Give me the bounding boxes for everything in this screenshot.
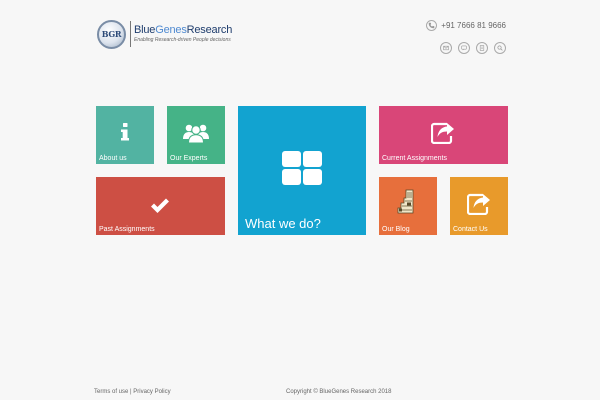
terms-link[interactable]: Terms of use [94, 389, 128, 395]
phone-number: +91 7666 81 9666 [441, 21, 506, 30]
tile-our-blog[interactable]: Our Blog [379, 177, 437, 235]
tile-label: What we do? [245, 216, 321, 231]
chat-icon[interactable] [458, 42, 470, 54]
tile-our-experts[interactable]: Our Experts [167, 106, 225, 164]
info-icon [117, 122, 133, 142]
email-icon[interactable] [440, 42, 452, 54]
tile-label: Past Assignments [99, 226, 155, 233]
logo-badge: BGR [97, 19, 126, 49]
grid-icon [282, 151, 322, 185]
share-icon [431, 122, 455, 144]
document-icon[interactable] [476, 42, 488, 54]
brand-name-part-1: Blue [134, 24, 156, 36]
phone-icon [426, 20, 438, 31]
site-logo[interactable]: BGR BlueGenesResearch Enabling Research-… [97, 19, 232, 49]
footer-links: Terms of use | Privacy Policy [94, 389, 171, 395]
privacy-link[interactable]: Privacy Policy [133, 389, 170, 395]
brand-name-part-3: Research [186, 24, 233, 36]
footer-separator: | [130, 389, 132, 395]
social-links [440, 42, 506, 54]
logo-text: BlueGenesResearch Enabling Research-driv… [134, 24, 232, 44]
copyright: Copyright © BlueGenes Research 2018 [286, 389, 392, 395]
checkmark-icon [149, 197, 171, 215]
tile-label: Our Experts [170, 155, 208, 162]
team-icon [182, 122, 210, 144]
brand-tagline: Enabling Research-driven People decision… [134, 37, 231, 43]
tile-about-us[interactable]: About us [96, 106, 154, 164]
logo-divider [130, 21, 131, 47]
brand-name-part-2: Genes [155, 24, 187, 36]
brand-name: BlueGenesResearch [134, 24, 232, 36]
tile-contact-us[interactable]: Contact Us [450, 177, 508, 235]
tile-label: Current Assignments [382, 155, 447, 162]
tile-label: Our Blog [382, 226, 410, 233]
tile-past-assignments[interactable]: Past Assignments [96, 177, 225, 235]
search-icon[interactable] [494, 42, 506, 54]
blog-icon [396, 189, 420, 215]
tile-current-assignments[interactable]: Current Assignments [379, 106, 508, 164]
tile-what-we-do[interactable]: What we do? [238, 106, 366, 235]
phone-contact[interactable]: +91 7666 81 9666 [426, 20, 506, 31]
tile-label: Contact Us [453, 226, 488, 233]
share-icon [467, 193, 491, 215]
tile-label: About us [99, 155, 127, 162]
